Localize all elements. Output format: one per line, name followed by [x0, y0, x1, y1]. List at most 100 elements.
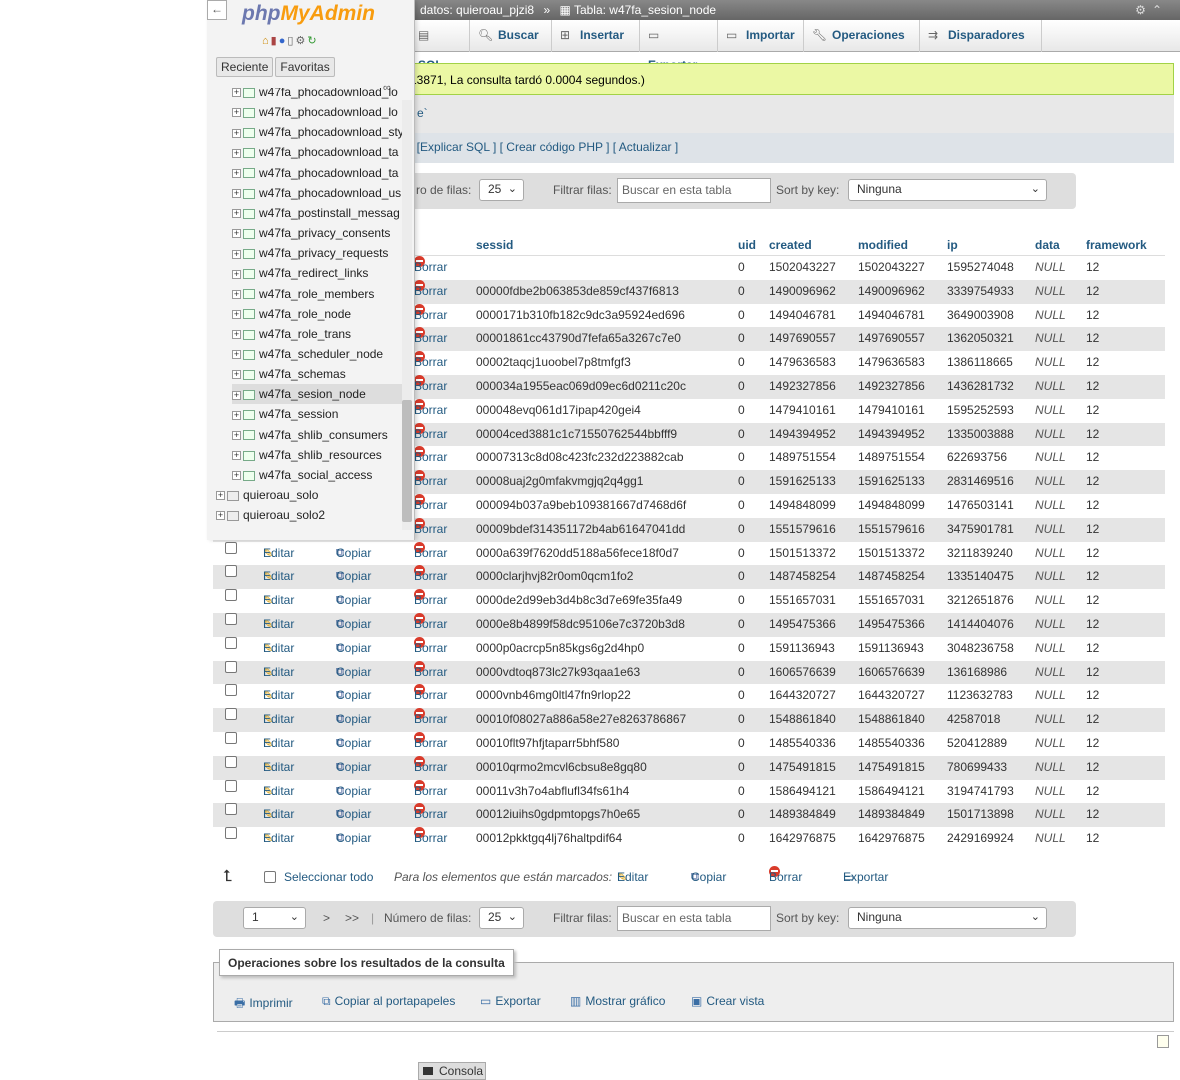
reload-icon[interactable]: ↻: [307, 35, 318, 47]
tree-database-item[interactable]: + quieroau_solo2: [216, 505, 325, 525]
tree-table-item[interactable]: + w47fa_phocadownload_sty: [232, 122, 402, 142]
cell-data[interactable]: NULL: [1035, 756, 1066, 780]
cell-modified[interactable]: 1479636583: [858, 351, 925, 375]
row-checkbox[interactable]: [225, 779, 237, 792]
cell-uid[interactable]: 0: [738, 518, 745, 542]
cell-modified[interactable]: 1644320727: [858, 684, 925, 708]
cell-framework[interactable]: 12: [1086, 494, 1099, 518]
tree-table-item[interactable]: + w47fa_shlib_consumers: [232, 425, 402, 445]
show-chart-link[interactable]: ▥ Mostrar gráfico: [570, 994, 665, 1008]
refresh-link[interactable]: Actualizar: [619, 140, 672, 154]
cell-created[interactable]: 1494394952: [769, 423, 836, 447]
settings-icon[interactable]: ⚙: [295, 35, 307, 47]
cell-ip[interactable]: 1362050321: [947, 327, 1014, 351]
favorites-button[interactable]: Favoritas: [275, 57, 335, 77]
cell-sessid[interactable]: 00001861cc43790d7fefa65a3267c7e0: [476, 327, 681, 351]
cell-created[interactable]: 1494848099: [769, 494, 836, 518]
cell-uid[interactable]: 0: [738, 708, 745, 732]
cell-uid[interactable]: 0: [738, 304, 745, 328]
sort-select-bottom[interactable]: Ninguna ⌄: [848, 907, 1047, 929]
cell-data[interactable]: NULL: [1035, 351, 1066, 375]
cell-sessid[interactable]: 00000fdbe2b063853de859cf437f6813: [476, 280, 679, 304]
cell-data[interactable]: NULL: [1035, 613, 1066, 637]
logout-icon[interactable]: ▮: [271, 35, 279, 47]
row-checkbox[interactable]: [225, 732, 237, 744]
cell-framework[interactable]: 12: [1086, 613, 1099, 637]
cell-data[interactable]: NULL: [1035, 780, 1066, 804]
cell-sessid[interactable]: 0000vnb46mg0ltl47fn9rlop22: [476, 684, 631, 708]
cell-sessid[interactable]: 00011v3h7o4abflufl34fs61h4: [476, 780, 629, 804]
cell-uid[interactable]: 0: [738, 280, 745, 304]
cell-data[interactable]: NULL: [1035, 732, 1066, 756]
table-row[interactable]: ✎ Editar ⧉ Copiar Borrar 0000clarjhvj82r0om…: [213, 565, 1165, 590]
cell-modified[interactable]: 1501513372: [858, 542, 925, 566]
cell-ip[interactable]: 3048236758: [947, 637, 1014, 661]
tab-export[interactable]: ▭Exportar: [640, 20, 718, 72]
collapse-top-icon[interactable]: ⌃: [1152, 3, 1168, 17]
cell-framework[interactable]: 12: [1086, 280, 1099, 304]
cell-uid[interactable]: 0: [738, 542, 745, 566]
cell-modified[interactable]: 1487458254: [858, 565, 925, 589]
cell-framework[interactable]: 12: [1086, 827, 1099, 851]
recent-button[interactable]: Reciente: [216, 57, 274, 77]
filter-input[interactable]: Buscar en esta tabla: [617, 178, 771, 203]
last-page-button[interactable]: >>: [345, 911, 359, 925]
cell-modified[interactable]: 1591625133: [858, 470, 925, 494]
cell-framework[interactable]: 12: [1086, 304, 1099, 328]
table-row[interactable]: ✎ Editar ⧉ Copiar Borrar 0000e8b4899f58dc95…: [213, 613, 1165, 637]
cell-modified[interactable]: 1551579616: [858, 518, 925, 542]
cell-modified[interactable]: 1494046781: [858, 304, 925, 328]
cell-sessid[interactable]: 00010f08027a886a58e27e8263786867: [476, 708, 686, 732]
tree-table-item[interactable]: + w47fa_phocadownload_lo: [232, 88, 402, 102]
cell-uid[interactable]: 0: [738, 351, 745, 375]
cell-uid[interactable]: 0: [738, 565, 745, 589]
cell-created[interactable]: 1591625133: [769, 470, 836, 494]
tree-table-item[interactable]: + w47fa_session: [232, 404, 402, 424]
cell-uid[interactable]: 0: [738, 470, 745, 494]
cell-uid[interactable]: 0: [738, 494, 745, 518]
cell-uid[interactable]: 0: [738, 423, 745, 447]
cell-data[interactable]: NULL: [1035, 256, 1066, 280]
cell-sessid[interactable]: 00009bdef314351172b4ab61647041dd: [476, 518, 685, 542]
column-header-data[interactable]: data: [1035, 238, 1060, 252]
row-checkbox[interactable]: [225, 636, 237, 649]
column-header-created[interactable]: created: [769, 238, 812, 252]
explain-sql-link[interactable]: Explicar SQL: [420, 140, 490, 154]
tree-table-item[interactable]: + w47fa_shlib_resources: [232, 445, 402, 465]
row-checkbox[interactable]: [225, 613, 237, 625]
tab-insert[interactable]: ⊞ Insertar: [552, 20, 640, 52]
cell-data[interactable]: NULL: [1035, 684, 1066, 708]
cell-ip[interactable]: 1476503141: [947, 494, 1014, 518]
cell-data[interactable]: NULL: [1035, 375, 1066, 399]
cell-data[interactable]: NULL: [1035, 637, 1066, 661]
cell-data[interactable]: NULL: [1035, 589, 1066, 613]
cell-created[interactable]: 1489384849: [769, 803, 836, 827]
cell-framework[interactable]: 12: [1086, 423, 1099, 447]
cell-ip[interactable]: 3475901781: [947, 518, 1014, 542]
tree-table-item[interactable]: + w47fa_schemas: [232, 364, 402, 384]
cell-uid[interactable]: 0: [738, 375, 745, 399]
home-icon[interactable]: ⌂: [262, 35, 271, 47]
tree-table-item[interactable]: + w47fa_phocadownload_ta: [232, 163, 402, 183]
cell-data[interactable]: NULL: [1035, 565, 1066, 589]
cell-data[interactable]: NULL: [1035, 803, 1066, 827]
cell-framework[interactable]: 12: [1086, 661, 1099, 685]
cell-ip[interactable]: 520412889: [947, 732, 1007, 756]
print-link[interactable]: 🖶 Imprimir: [234, 994, 293, 1015]
row-checkbox[interactable]: [225, 708, 237, 721]
cell-sessid[interactable]: 00010flt97hfjtaparr5bhf580: [476, 732, 619, 756]
cell-modified[interactable]: 1485540336: [858, 732, 925, 756]
tree-table-item[interactable]: + w47fa_phocadownload_us: [232, 183, 402, 203]
cell-framework[interactable]: 12: [1086, 542, 1099, 566]
column-header-ip[interactable]: ip: [947, 238, 958, 252]
create-view-link[interactable]: ▣ Crear vista: [691, 994, 764, 1008]
tree-table-item[interactable]: + w47fa_sesion_node: [232, 384, 402, 405]
cell-sessid[interactable]: 00010qrmo2mcvl6cbsu8e8gq80: [476, 756, 647, 780]
tree-table-item[interactable]: + w47fa_scheduler_node: [232, 344, 402, 364]
cell-framework[interactable]: 12: [1086, 446, 1099, 470]
cell-created[interactable]: 1497690557: [769, 327, 836, 351]
cell-framework[interactable]: 12: [1086, 375, 1099, 399]
cell-uid[interactable]: 0: [738, 446, 745, 470]
cell-framework[interactable]: 12: [1086, 518, 1099, 542]
cell-created[interactable]: 1490096962: [769, 280, 836, 304]
